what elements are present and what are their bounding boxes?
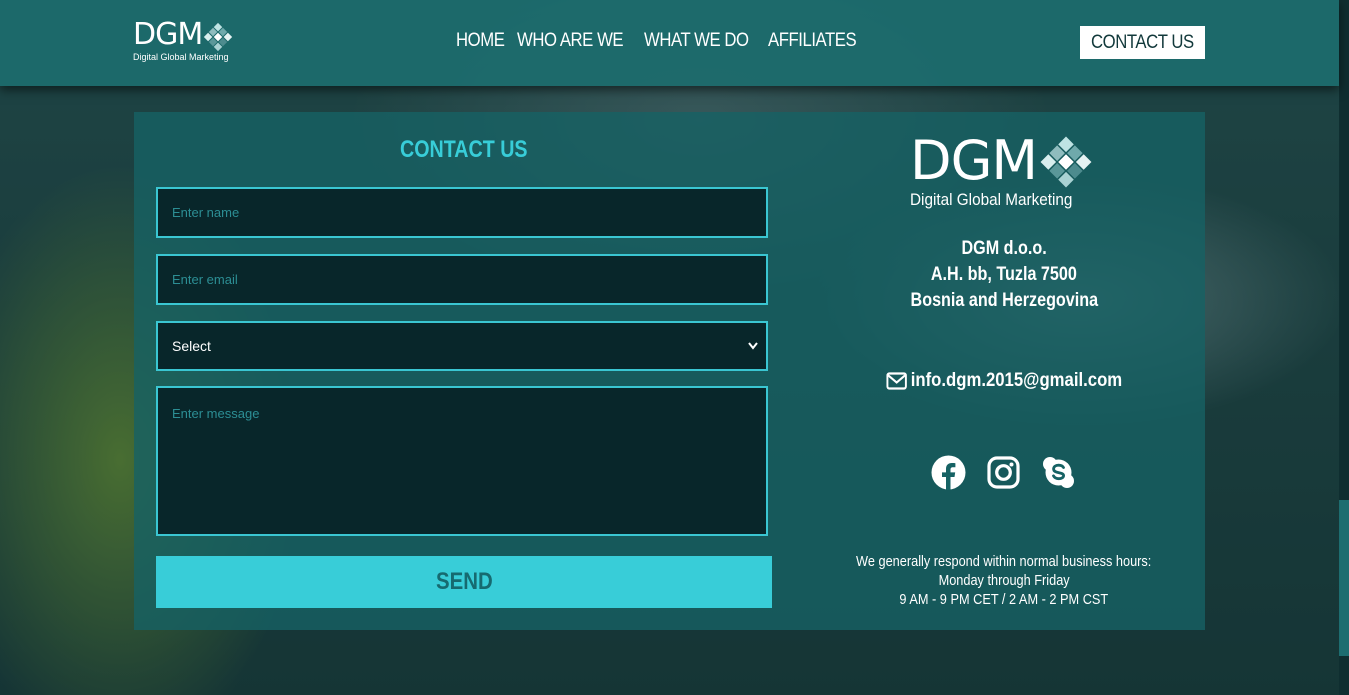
address-country: Bosnia and Herzegovina bbox=[910, 290, 1098, 311]
hours-intro: We generally respond within normal busin… bbox=[856, 553, 1152, 570]
logo-diamond-icon bbox=[203, 22, 233, 52]
address-line: A.H. bb, Tuzla 7500 bbox=[839, 262, 1169, 288]
email-input[interactable]: Enter email bbox=[156, 254, 768, 305]
instagram-icon[interactable] bbox=[986, 455, 1021, 490]
contact-us-button[interactable]: CONTACT US bbox=[1080, 26, 1205, 59]
email-contact[interactable]: info.dgm.2015@gmail.com bbox=[839, 370, 1169, 396]
logo-subtitle: Digital Global Marketing bbox=[133, 52, 229, 62]
logo-large-diamond-icon bbox=[1040, 136, 1092, 188]
hours-line: We generally respond within normal busin… bbox=[824, 552, 1184, 571]
send-button[interactable]: SEND bbox=[156, 556, 772, 608]
form-title-text: CONTACT US bbox=[400, 136, 528, 163]
social-links bbox=[931, 455, 1076, 490]
subject-select[interactable]: Select bbox=[156, 321, 768, 371]
main-nav: HOME WHO ARE WE WHAT WE DO AFFILIATES bbox=[456, 30, 857, 52]
form-title: CONTACT US bbox=[134, 136, 794, 164]
select-value: Select bbox=[172, 338, 211, 354]
hours-line: Monday through Friday bbox=[824, 571, 1184, 590]
address-line: DGM d.o.o. bbox=[839, 236, 1169, 262]
hours-days: Monday through Friday bbox=[938, 572, 1070, 589]
company-address: DGM d.o.o. A.H. bb, Tuzla 7500 Bosnia an… bbox=[839, 236, 1169, 314]
nav-home[interactable]: HOME bbox=[456, 30, 505, 52]
send-label: SEND bbox=[435, 568, 493, 595]
name-input[interactable]: Enter name bbox=[156, 187, 768, 238]
hours-times: 9 AM - 9 PM CET / 2 AM - 2 PM CST bbox=[899, 591, 1109, 608]
nav-what-we-do[interactable]: WHAT WE DO bbox=[644, 30, 749, 52]
chevron-down-icon bbox=[748, 323, 758, 388]
contact-panel: CONTACT US Enter name Enter email Select… bbox=[134, 112, 1205, 630]
top-navbar: DGM Digital Global Marketing HOME WHO AR… bbox=[0, 0, 1339, 86]
facebook-icon[interactable] bbox=[931, 455, 966, 490]
message-textarea[interactable]: Enter message bbox=[156, 386, 768, 536]
envelope-icon bbox=[886, 372, 907, 390]
nav-who-are-we[interactable]: WHO ARE WE bbox=[517, 30, 624, 52]
skype-icon[interactable] bbox=[1041, 455, 1076, 490]
logo-small[interactable]: DGM Digital Global Marketing bbox=[133, 20, 243, 66]
business-hours: We generally respond within normal busin… bbox=[824, 552, 1184, 609]
address-company: DGM d.o.o. bbox=[961, 238, 1047, 259]
address-line: Bosnia and Herzegovina bbox=[839, 288, 1169, 314]
nav-affiliates[interactable]: AFFILIATES bbox=[768, 30, 857, 52]
logo-large: DGM Digital Global Marketing bbox=[910, 134, 1110, 214]
hours-line: 9 AM - 9 PM CET / 2 AM - 2 PM CST bbox=[824, 590, 1184, 609]
address-street: A.H. bb, Tuzla 7500 bbox=[931, 264, 1077, 285]
contact-us-label: CONTACT US bbox=[1091, 32, 1194, 53]
scrollbar-thumb[interactable] bbox=[1339, 500, 1349, 656]
email-address[interactable]: info.dgm.2015@gmail.com bbox=[911, 370, 1122, 392]
logo-large-subtitle: Digital Global Marketing bbox=[910, 190, 1073, 209]
